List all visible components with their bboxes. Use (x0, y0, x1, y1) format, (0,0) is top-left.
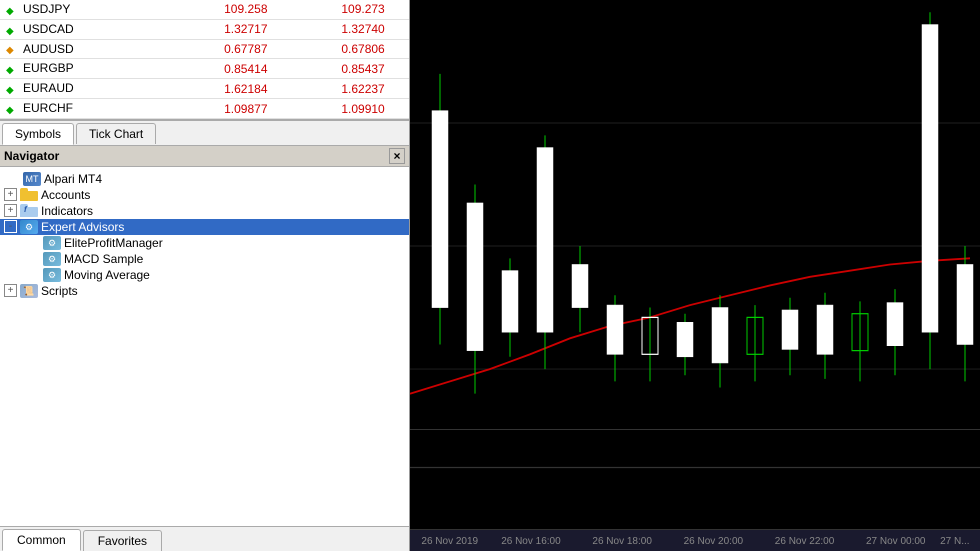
symbol-name: EURCHF (0, 99, 156, 119)
symbol-icon (6, 82, 20, 96)
tabs-row: Symbols Tick Chart (0, 120, 409, 146)
ask-price: 0.67806 (274, 39, 391, 59)
table-row[interactable]: EURAUD 1.62184 1.62237 (0, 79, 409, 99)
tree-item-scripts[interactable]: +📜Scripts (0, 283, 409, 299)
tree-item-label: MACD Sample (64, 252, 143, 266)
navigator-title: Navigator (4, 149, 59, 163)
symbols-section: USDJPY 109.258 109.273 USDCAD 1.32717 1.… (0, 0, 409, 120)
symbol-name: USDJPY (0, 0, 156, 19)
expand-icon[interactable]: + (4, 188, 17, 201)
symbol-icon (6, 23, 20, 37)
bottom-tabs-row: Common Favorites (0, 526, 409, 551)
table-row[interactable]: USDCAD 1.32717 1.32740 (0, 19, 409, 39)
time-label: 26 Nov 2019 (421, 536, 478, 547)
symbols-table: USDJPY 109.258 109.273 USDCAD 1.32717 1.… (0, 0, 409, 119)
ask-price: 1.32740 (274, 19, 391, 39)
tab-symbols[interactable]: Symbols (2, 123, 74, 145)
tree-item-label: Moving Average (64, 268, 150, 282)
symbol-name: EURAUD (0, 79, 156, 99)
time-label: 26 Nov 22:00 (775, 536, 835, 547)
tree-item-indicators[interactable]: + f Indicators (0, 203, 409, 219)
tree-item-label: EliteProfitManager (64, 236, 163, 250)
time-label: 26 Nov 18:00 (592, 536, 652, 547)
symbol-name: USDCAD (0, 19, 156, 39)
symbol-icon (6, 62, 20, 76)
time-label: 27 N... (940, 536, 969, 547)
ask-price: 1.62237 (274, 79, 391, 99)
symbol-name: EURGBP (0, 59, 156, 79)
bid-price: 1.62184 (156, 79, 273, 99)
tab-common[interactable]: Common (2, 529, 81, 551)
bid-price: 0.85414 (156, 59, 273, 79)
navigator-close-button[interactable]: × (389, 148, 405, 164)
navigator-header: Navigator × (0, 146, 409, 167)
tree-item-alpari[interactable]: MTAlpari MT4 (0, 171, 409, 187)
tab-tick-chart[interactable]: Tick Chart (76, 123, 156, 144)
time-label: 26 Nov 20:00 (684, 536, 744, 547)
bid-price: 1.32717 (156, 19, 273, 39)
symbol-icon (6, 3, 20, 17)
tree-item-elite-profit[interactable]: ⚙EliteProfitManager (0, 235, 409, 251)
tree-item-label: Indicators (41, 204, 93, 218)
tree-item-expert-advisors[interactable]: -⚙Expert Advisors (0, 219, 409, 235)
time-axis: 26 Nov 2019 26 Nov 16:00 26 Nov 18:00 26 No… (410, 529, 980, 551)
table-row[interactable]: EURGBP 0.85414 0.85437 (0, 59, 409, 79)
left-panel: USDJPY 109.258 109.273 USDCAD 1.32717 1.… (0, 0, 410, 551)
expand-icon[interactable]: + (4, 204, 17, 217)
ask-price: 1.09910 (274, 99, 391, 119)
tree-item-label: Expert Advisors (41, 220, 124, 234)
symbol-name: AUDUSD (0, 39, 156, 59)
bid-price: 1.09877 (156, 99, 273, 119)
tree-item-moving-average[interactable]: ⚙Moving Average (0, 267, 409, 283)
time-label: 26 Nov 16:00 (501, 536, 561, 547)
table-row[interactable]: EURCHF 1.09877 1.09910 (0, 99, 409, 119)
expand-icon[interactable]: - (4, 220, 17, 233)
chart-area: 26 Nov 2019 26 Nov 16:00 26 Nov 18:00 26 No… (410, 0, 980, 551)
tree-item-macd-sample[interactable]: ⚙MACD Sample (0, 251, 409, 267)
symbol-icon (6, 102, 20, 116)
chart-svg (410, 0, 980, 529)
ask-price: 109.273 (274, 0, 391, 19)
bid-price: 0.67787 (156, 39, 273, 59)
tree-item-accounts[interactable]: + Accounts (0, 187, 409, 203)
table-row[interactable]: AUDUSD 0.67787 0.67806 (0, 39, 409, 59)
table-row[interactable]: USDJPY 109.258 109.273 (0, 0, 409, 19)
chart-divider (410, 429, 980, 430)
symbol-icon (6, 42, 20, 56)
tab-favorites[interactable]: Favorites (83, 530, 162, 551)
navigator-tree[interactable]: MTAlpari MT4+ Accounts+ f Indicators-⚙Ex… (0, 167, 409, 526)
time-label: 27 Nov 00:00 (866, 536, 926, 547)
expand-icon[interactable]: + (4, 284, 17, 297)
tree-item-label: Scripts (41, 284, 78, 298)
tree-item-label: Alpari MT4 (44, 172, 102, 186)
ask-price: 0.85437 (274, 59, 391, 79)
tree-item-label: Accounts (41, 188, 90, 202)
bid-price: 109.258 (156, 0, 273, 19)
